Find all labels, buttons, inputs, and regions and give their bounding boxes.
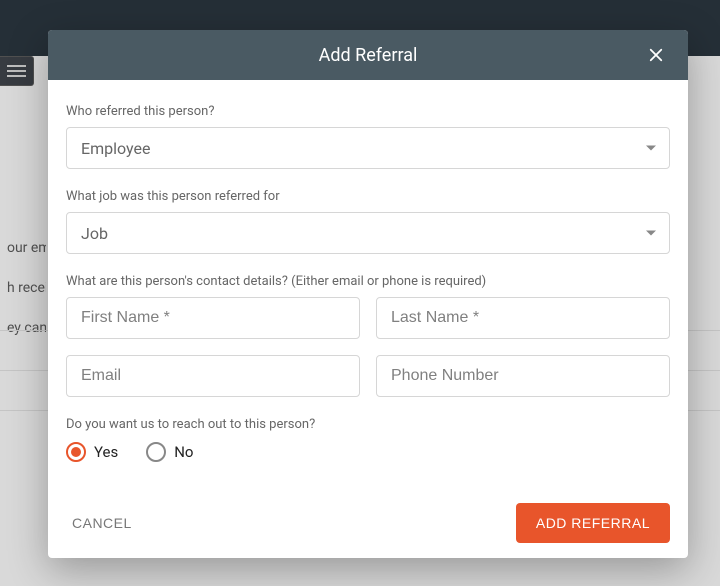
who-referred-label: Who referred this person? bbox=[66, 104, 670, 119]
first-name-field[interactable] bbox=[66, 297, 360, 339]
last-name-field[interactable] bbox=[376, 297, 670, 339]
job-value: Job bbox=[81, 224, 108, 243]
add-referral-button[interactable]: ADD REFERRAL bbox=[516, 503, 670, 543]
radio-icon bbox=[66, 442, 86, 462]
who-referred-select[interactable]: Employee bbox=[66, 127, 670, 169]
radio-icon bbox=[146, 442, 166, 462]
modal-header: Add Referral bbox=[48, 30, 688, 80]
close-icon bbox=[647, 46, 665, 64]
chevron-down-icon bbox=[646, 146, 656, 151]
modal-body: Who referred this person? Employee What … bbox=[48, 80, 688, 494]
cancel-button[interactable]: CANCEL bbox=[66, 505, 138, 541]
phone-field[interactable] bbox=[376, 355, 670, 397]
add-referral-modal: Add Referral Who referred this person? E… bbox=[48, 30, 688, 558]
reach-out-label: Do you want us to reach out to this pers… bbox=[66, 417, 670, 432]
close-button[interactable] bbox=[636, 30, 676, 80]
reach-out-no-radio[interactable]: No bbox=[146, 442, 193, 462]
who-referred-value: Employee bbox=[81, 139, 150, 158]
job-select[interactable]: Job bbox=[66, 212, 670, 254]
radio-label-yes: Yes bbox=[94, 443, 118, 461]
radio-label-no: No bbox=[174, 443, 193, 461]
modal-footer: CANCEL ADD REFERRAL bbox=[48, 494, 688, 558]
chevron-down-icon bbox=[646, 231, 656, 236]
job-label: What job was this person referred for bbox=[66, 189, 670, 204]
modal-title: Add Referral bbox=[319, 45, 418, 66]
email-field[interactable] bbox=[66, 355, 360, 397]
contact-details-label: What are this person's contact details? … bbox=[66, 274, 670, 289]
reach-out-yes-radio[interactable]: Yes bbox=[66, 442, 118, 462]
